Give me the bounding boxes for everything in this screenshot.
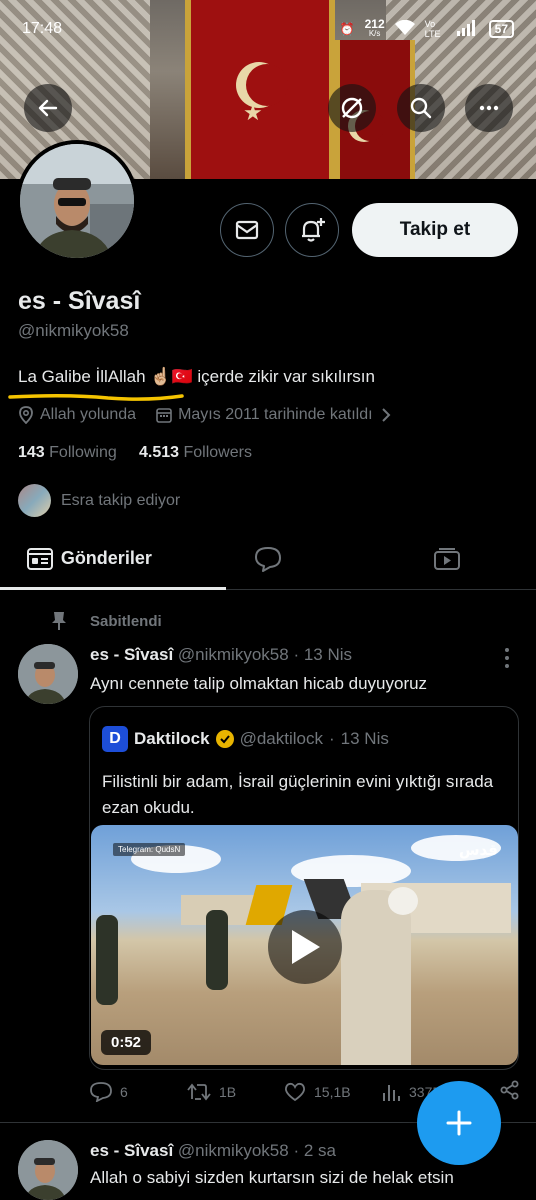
profile-bio: La Galibe İllAllah ☝🏼🇹🇷 içerde zikir var… bbox=[18, 367, 375, 386]
tab-media[interactable] bbox=[357, 528, 536, 589]
pinned-indicator: Sabitlendi bbox=[50, 611, 162, 631]
tweet-text: Allah o sabiyi sizden kurtarsın sizi de … bbox=[90, 1168, 454, 1187]
tweet-author-handle[interactable]: @nikmikyok58 bbox=[178, 1141, 289, 1160]
status-bar: 17:48 ⏰ 212 K/s Vo LTE 57 bbox=[0, 0, 536, 58]
tweet-text: Aynı cennete talip olmaktan hicab duyuyo… bbox=[90, 674, 428, 693]
tweet-header: es - Sîvasî @nikmikyok58 · 13 Nis bbox=[90, 645, 353, 664]
video-duration: 0:52 bbox=[101, 1030, 152, 1055]
tweet-author-name[interactable]: es - Sîvasî bbox=[90, 1141, 173, 1160]
views-icon bbox=[383, 1084, 400, 1101]
profile-avatar[interactable] bbox=[16, 140, 138, 262]
location-icon bbox=[19, 406, 33, 424]
bell-plus-icon bbox=[302, 218, 325, 242]
battery-indicator: 57 bbox=[488, 20, 514, 38]
quoted-tweet[interactable]: D Daktilock @daktilock · 13 Nis Filistin… bbox=[89, 706, 519, 1070]
wifi-icon bbox=[394, 19, 415, 39]
highlight-underline bbox=[8, 393, 184, 401]
profile-tabs: Gönderiler bbox=[0, 528, 536, 590]
mail-icon bbox=[235, 220, 259, 240]
tab-posts[interactable]: Gönderiler bbox=[0, 528, 226, 590]
more-options-button[interactable] bbox=[465, 84, 513, 132]
tweet-header: es - Sîvasî @nikmikyok58 · 2 sa bbox=[90, 1141, 336, 1160]
profile-handle: @nikmikyok58 bbox=[18, 321, 129, 340]
telegram-tag: Telegram: QudsN bbox=[113, 843, 186, 856]
video-watermark: قدس bbox=[458, 842, 498, 859]
quoted-author-name: Daktilock bbox=[134, 729, 210, 748]
follow-button[interactable]: Takip et bbox=[352, 203, 518, 257]
grok-icon bbox=[341, 97, 363, 119]
reply-icon bbox=[90, 1081, 112, 1102]
play-icon bbox=[292, 930, 320, 964]
quoted-tweet-header: D Daktilock @daktilock · 13 Nis bbox=[102, 726, 389, 752]
chevron-right-icon[interactable] bbox=[379, 407, 393, 423]
status-time: 17:48 bbox=[22, 20, 63, 37]
tweet-time[interactable]: 2 sa bbox=[304, 1141, 336, 1160]
retweet-button[interactable]: 1B bbox=[187, 1082, 284, 1102]
follower-avatar bbox=[18, 484, 51, 517]
tab-replies[interactable] bbox=[179, 528, 358, 589]
followed-by-text: Esra takip ediyor bbox=[61, 491, 181, 509]
status-indicators: ⏰ 212 K/s Vo LTE 57 bbox=[339, 17, 514, 39]
followers-link[interactable]: 4.513 Followers bbox=[139, 444, 252, 461]
verified-badge-icon bbox=[215, 730, 234, 748]
tweet-more-button[interactable] bbox=[500, 648, 514, 668]
quoted-text: Filistinli bir adam, İsrail güçlerinin e… bbox=[102, 772, 494, 817]
alarm-icon: ⏰ bbox=[339, 22, 355, 36]
media-icon bbox=[433, 547, 460, 570]
following-link[interactable]: 143 Following bbox=[18, 444, 117, 461]
quoted-author-handle: @daktilock bbox=[239, 729, 323, 748]
pin-icon bbox=[52, 612, 66, 630]
network-type: Vo LTE bbox=[424, 19, 441, 39]
quoted-time: 13 Nis bbox=[340, 729, 389, 748]
network-speed: 212 K/s bbox=[364, 17, 385, 38]
pinned-label: Sabitlendi bbox=[90, 612, 162, 630]
play-button[interactable] bbox=[268, 910, 342, 984]
followed-by[interactable]: Esra takip ediyor bbox=[18, 484, 180, 517]
back-button[interactable] bbox=[24, 84, 72, 132]
tweet-avatar[interactable] bbox=[18, 1140, 78, 1200]
video-thumbnail[interactable]: Telegram: QudsN قدس 0:52 bbox=[91, 825, 518, 1065]
tweet-time[interactable]: 13 Nis bbox=[304, 645, 352, 664]
like-button[interactable]: 15,1B bbox=[284, 1082, 381, 1102]
grok-button[interactable] bbox=[328, 84, 376, 132]
tweet-avatar[interactable] bbox=[18, 644, 78, 704]
reply-button[interactable]: 6 bbox=[90, 1081, 187, 1102]
retweet-icon bbox=[187, 1083, 211, 1100]
daktilock-logo: D bbox=[102, 726, 128, 752]
tweet-author-handle[interactable]: @nikmikyok58 bbox=[178, 645, 289, 664]
notifications-button[interactable] bbox=[285, 203, 339, 257]
search-button[interactable] bbox=[397, 84, 445, 132]
follow-stats: 143 Following 4.513 Followers bbox=[18, 444, 252, 462]
signal-icon bbox=[456, 19, 479, 39]
profile-name: es - Sîvasî bbox=[18, 287, 141, 315]
heart-icon bbox=[285, 1082, 305, 1101]
compose-button[interactable] bbox=[417, 1081, 501, 1165]
message-button[interactable] bbox=[220, 203, 274, 257]
tab-posts-label: Gönderiler bbox=[60, 548, 152, 568]
reply-icon bbox=[255, 546, 281, 572]
search-icon bbox=[410, 97, 432, 119]
share-button[interactable] bbox=[500, 1080, 520, 1103]
more-horizontal-icon bbox=[479, 105, 499, 111]
profile-joined: Mayıs 2011 tarihinde katıldı bbox=[178, 406, 373, 423]
posts-icon bbox=[26, 547, 53, 570]
share-icon bbox=[500, 1080, 519, 1100]
profile-location: Allah yolunda bbox=[40, 406, 137, 423]
tweet-author-name[interactable]: es - Sîvasî bbox=[90, 645, 173, 664]
profile-meta: Allah yolunda Mayıs 2011 tarihinde katıl… bbox=[18, 406, 393, 424]
plus-icon bbox=[446, 1110, 472, 1136]
calendar-icon bbox=[156, 408, 172, 423]
arrow-left-icon bbox=[38, 99, 58, 117]
